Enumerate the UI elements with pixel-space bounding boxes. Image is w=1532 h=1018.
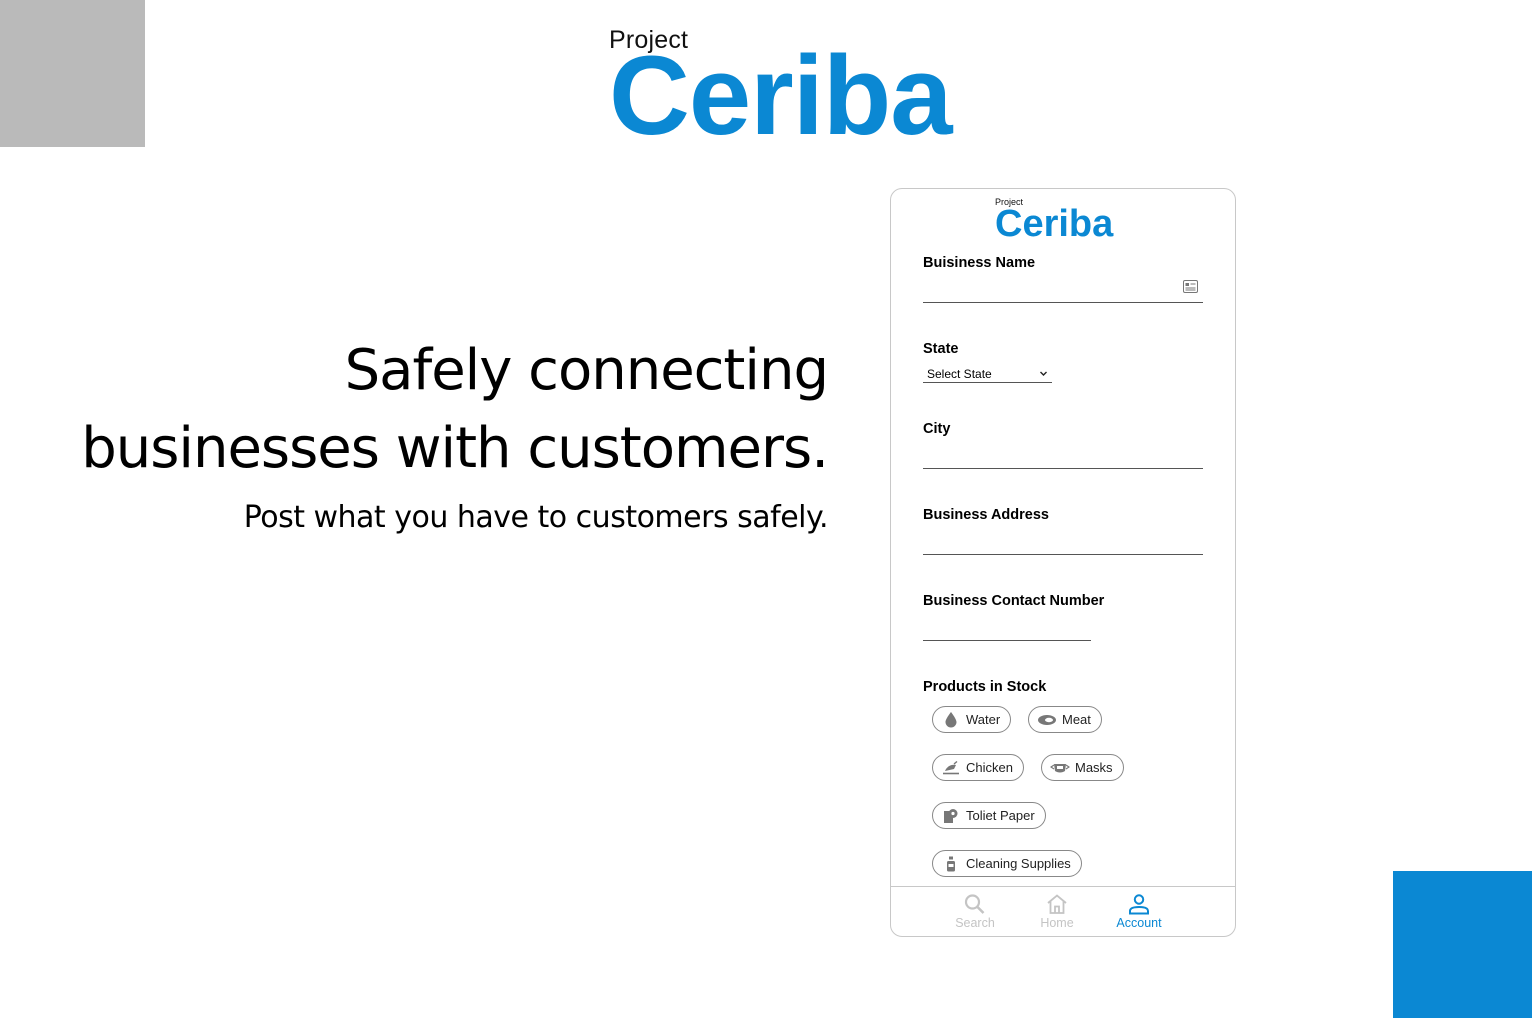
tab-home-label: Home [1040, 916, 1074, 930]
phone-brand-logo: Project Ceriba [995, 197, 1113, 243]
phone-brand-title: Ceriba [995, 203, 1114, 245]
search-icon [964, 894, 985, 914]
city-input[interactable] [923, 468, 1203, 469]
decorative-blue-square [1393, 871, 1532, 1018]
business-name-input[interactable] [923, 302, 1203, 303]
bottom-tab-bar: Search Home Account [891, 886, 1235, 936]
phone-mockup: Project Ceriba Buisiness Name State Sele… [890, 188, 1236, 937]
product-chip-label: Meat [1062, 712, 1091, 727]
product-chip-masks[interactable]: Masks [1041, 754, 1124, 781]
account-icon [1129, 894, 1149, 915]
product-chip-label: Toliet Paper [966, 808, 1035, 823]
state-select[interactable]: Select State [923, 366, 1052, 383]
tab-home[interactable]: Home [1027, 893, 1087, 930]
tab-search-label: Search [955, 916, 995, 930]
tab-account[interactable]: Account [1109, 893, 1169, 930]
product-chip-water[interactable]: Water [932, 706, 1012, 733]
products-label: Products in Stock [923, 679, 1047, 695]
product-chip-toilet-paper[interactable]: Toliet Paper [932, 802, 1046, 829]
product-chip-label: Masks [1075, 760, 1113, 775]
home-icon [1047, 894, 1067, 914]
meat-icon [1037, 712, 1057, 728]
spray-bottle-icon [941, 856, 961, 872]
business-name-label: Buisiness Name [923, 255, 1036, 271]
chevron-down-icon [1040, 371, 1047, 376]
tab-search[interactable]: Search [945, 893, 1005, 930]
city-label: City [923, 421, 951, 437]
business-address-input[interactable] [923, 554, 1203, 555]
brand-title: Ceriba [609, 33, 953, 158]
hero-headline-line1: Safely connecting [344, 338, 829, 403]
product-chip-chicken[interactable]: Chicken [932, 754, 1024, 781]
brand-logo: Project Ceriba [609, 26, 953, 158]
product-chip-label: Water [966, 712, 1001, 727]
product-chip-label: Cleaning Supplies [966, 856, 1071, 871]
water-drop-icon [941, 712, 961, 728]
contact-number-input[interactable] [923, 640, 1091, 641]
contact-card-icon[interactable] [1183, 280, 1198, 293]
hero-text: Safely connecting businesses with custom… [81, 332, 829, 538]
toilet-paper-icon [941, 808, 961, 824]
product-chip-cleaning-supplies[interactable]: Cleaning Supplies [932, 850, 1082, 877]
product-chip-label: Chicken [966, 760, 1013, 775]
hero-headline-line2: businesses with customers. [81, 416, 829, 481]
state-select-value: Select State [927, 367, 992, 381]
business-address-label: Business Address [923, 507, 1049, 523]
chicken-icon [941, 760, 961, 776]
state-label: State [923, 341, 959, 357]
contact-number-label: Business Contact Number [923, 593, 1105, 609]
decorative-gray-square [0, 0, 145, 147]
hero-subtitle: Post what you have to customers safely. [243, 500, 829, 535]
product-chip-meat[interactable]: Meat [1028, 706, 1102, 733]
mask-icon [1050, 760, 1070, 776]
tab-account-label: Account [1116, 916, 1162, 930]
